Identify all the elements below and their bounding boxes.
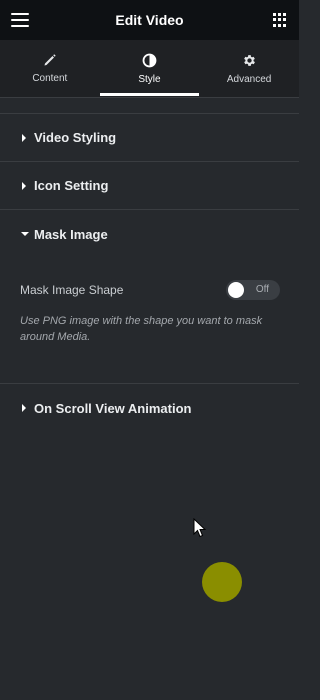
section-title: Video Styling xyxy=(34,130,117,145)
mask-image-shape-control: Mask Image Shape Off xyxy=(20,280,280,300)
section-video-styling[interactable]: Video Styling xyxy=(0,114,299,162)
mask-image-shape-toggle[interactable]: Off xyxy=(226,280,280,300)
style-panel: Video Styling Icon Setting Mask Image Ma… xyxy=(0,98,299,432)
mouse-pointer-icon xyxy=(193,518,207,538)
mask-image-body: Mask Image Shape Off Use PNG image with … xyxy=(0,258,299,384)
divider xyxy=(0,98,299,114)
section-icon-setting[interactable]: Icon Setting xyxy=(0,162,299,210)
top-bar: Edit Video xyxy=(0,0,299,40)
section-title: Mask Image xyxy=(34,226,108,242)
pencil-icon xyxy=(44,54,56,66)
mask-image-hint: Use PNG image with the shape you want to… xyxy=(20,315,263,343)
tab-style-label: Style xyxy=(138,73,161,85)
tab-advanced[interactable]: Advanced xyxy=(199,40,299,97)
mask-image-shape-label: Mask Image Shape xyxy=(20,283,124,297)
tab-style[interactable]: Style xyxy=(99,40,200,97)
section-scroll-animation[interactable]: On Scroll View Animation xyxy=(0,384,299,432)
click-indicator xyxy=(202,562,242,602)
caret-right-icon xyxy=(21,133,31,143)
grid-icon[interactable] xyxy=(273,13,287,27)
toggle-state-label: Off xyxy=(255,284,269,295)
section-title: On Scroll View Animation xyxy=(34,400,192,416)
gear-icon xyxy=(243,54,255,66)
tab-content[interactable]: Content xyxy=(0,40,100,97)
caret-down-icon xyxy=(21,229,31,239)
tab-advanced-label: Advanced xyxy=(226,73,272,85)
hamburger-icon[interactable] xyxy=(11,13,29,27)
editor-tabs: Content Style Advanced xyxy=(0,40,299,98)
toggle-knob xyxy=(228,282,244,298)
caret-right-icon xyxy=(21,181,31,191)
section-title: Icon Setting xyxy=(34,178,109,193)
section-mask-image[interactable]: Mask Image xyxy=(0,210,299,258)
panel-title: Edit Video xyxy=(115,12,184,28)
half-circle-icon xyxy=(142,53,157,67)
caret-right-icon xyxy=(21,403,31,413)
tab-content-label: Content xyxy=(32,73,68,84)
